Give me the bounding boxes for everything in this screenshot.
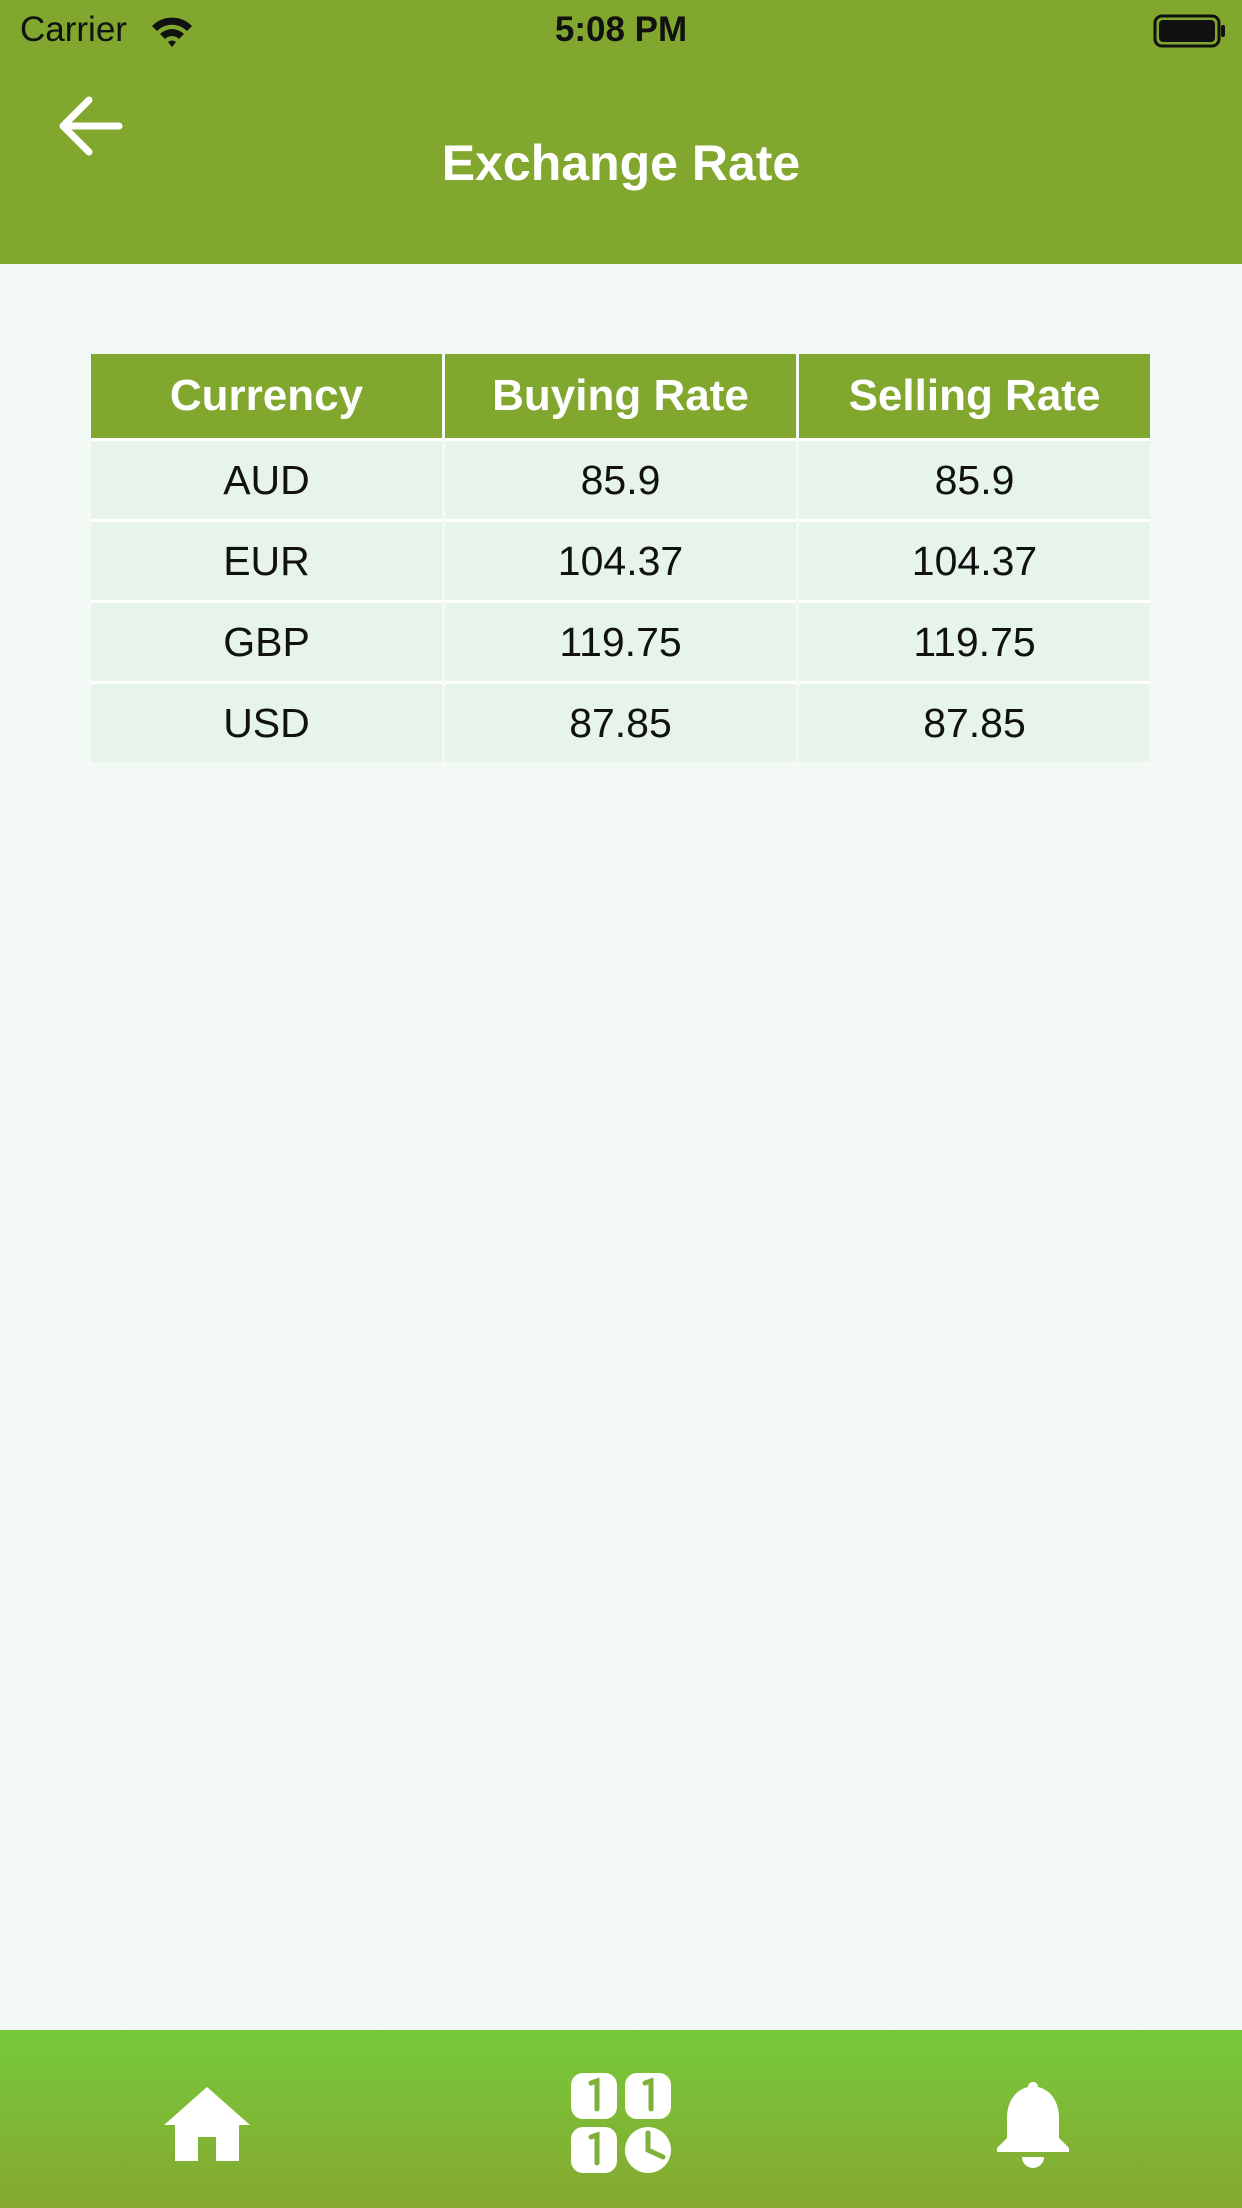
- currency-cell: EUR: [91, 519, 442, 600]
- buying-rate-cell: 119.75: [445, 600, 796, 681]
- column-header-selling-rate: Selling Rate: [799, 354, 1150, 438]
- status-time: 5:08 PM: [554, 10, 688, 49]
- back-button[interactable]: [50, 88, 130, 168]
- table-row: GBP 119.75 119.75: [91, 600, 1150, 681]
- table-row: EUR 104.37 104.37: [91, 519, 1150, 600]
- selling-rate-cell: 104.37: [799, 519, 1150, 600]
- column-header-buying-rate: Buying Rate: [445, 354, 796, 438]
- column-header-currency: Currency: [91, 354, 442, 438]
- home-icon: [162, 2083, 252, 2168]
- apps-grid-icon: [569, 2071, 673, 2180]
- buying-rate-cell: 85.9: [445, 438, 796, 519]
- currency-cell: USD: [91, 681, 442, 762]
- currency-cell: AUD: [91, 438, 442, 519]
- bottom-tab-bar: [0, 2030, 1242, 2208]
- currency-cell: GBP: [91, 600, 442, 681]
- navigation-bar: Exchange Rate: [0, 62, 1242, 264]
- bell-icon: [995, 2078, 1071, 2173]
- table-header-row: Currency Buying Rate Selling Rate: [91, 354, 1150, 438]
- selling-rate-cell: 87.85: [799, 681, 1150, 762]
- table-row: USD 87.85 87.85: [91, 681, 1150, 762]
- page-title: Exchange Rate: [441, 135, 801, 191]
- tab-apps[interactable]: [566, 2070, 676, 2180]
- selling-rate-cell: 85.9: [799, 438, 1150, 519]
- buying-rate-cell: 104.37: [445, 519, 796, 600]
- buying-rate-cell: 87.85: [445, 681, 796, 762]
- exchange-rate-table: Currency Buying Rate Selling Rate AUD 85…: [88, 354, 1153, 762]
- selling-rate-cell: 119.75: [799, 600, 1150, 681]
- tab-notifications[interactable]: [978, 2070, 1088, 2180]
- arrow-left-icon: [55, 94, 125, 163]
- status-bar: Carrier 5:08 PM: [0, 0, 1242, 62]
- table-row: AUD 85.9 85.9: [91, 438, 1150, 519]
- battery-icon: [1153, 14, 1227, 53]
- tab-home[interactable]: [152, 2070, 262, 2180]
